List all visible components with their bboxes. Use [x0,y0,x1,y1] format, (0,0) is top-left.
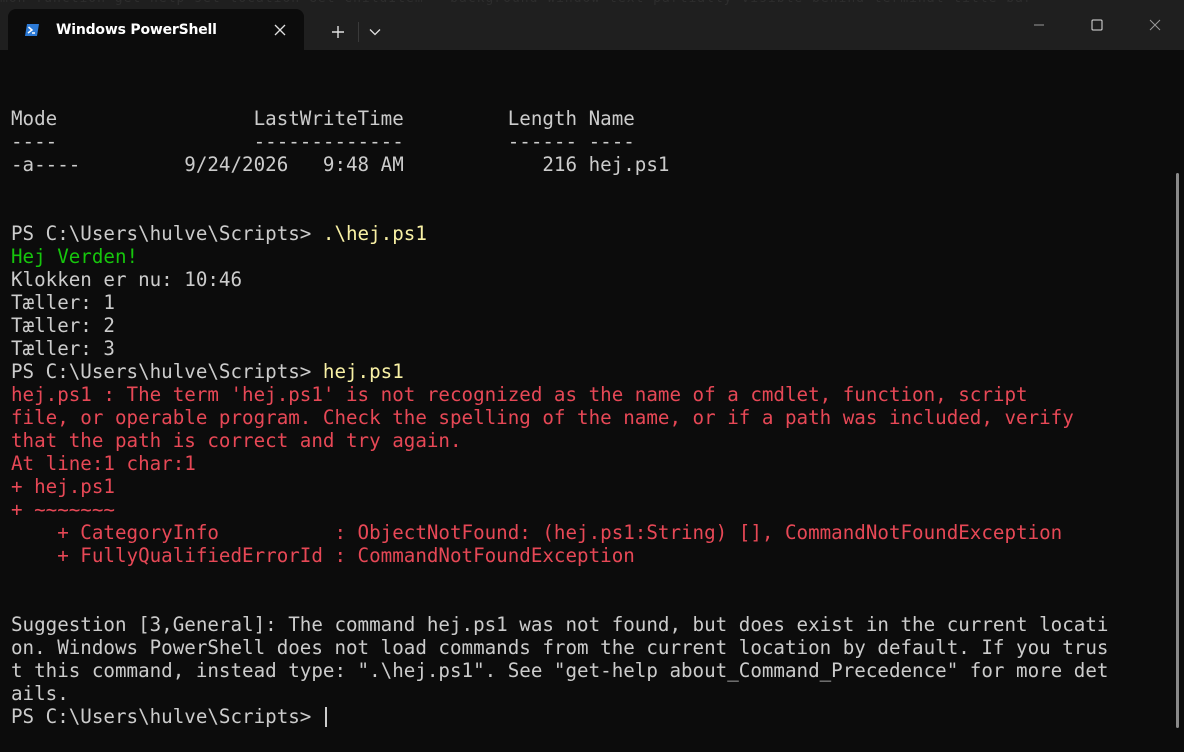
close-icon [274,24,286,35]
maximize-icon [1091,19,1103,31]
output-line: Tæller: 2 [11,314,115,337]
prompt: PS C:\Users\hulve\Scripts> [11,705,323,728]
close-window-button[interactable] [1126,0,1184,50]
terminal-output[interactable]: Mode LastWriteTime Length Name ---- ----… [0,50,1172,752]
minimize-icon [1034,24,1044,26]
error-line: file, or operable program. Check the spe… [11,406,1074,429]
suggestion-line: t this command, instead type: ".\hej.ps1… [11,659,1109,682]
listing-row: -a---- 9/24/2026 9:48 AM 216 hej.ps1 [11,153,670,176]
suggestion-line: on. Windows PowerShell does not load com… [11,636,1109,659]
output-line: Tæller: 3 [11,337,115,360]
scrollbar[interactable] [1172,50,1184,752]
listing-underline: ---- ------------- ------ ---- [11,130,635,153]
error-line: + FullyQualifiedErrorId : CommandNotFoun… [11,544,635,567]
maximize-button[interactable] [1068,0,1126,50]
error-line: that the path is correct and try again. [11,429,462,452]
suggestion-line: Suggestion [3,General]: The command hej.… [11,613,1109,636]
suggestion-line: ails. [11,682,69,705]
error-line: hej.ps1 : The term 'hej.ps1' is not reco… [11,383,1028,406]
close-icon [1149,19,1161,31]
profiles-dropdown-button[interactable] [360,16,390,48]
command-text: hej.ps1 [322,360,404,383]
command-text: .\hej.ps1 [322,222,427,245]
prompt: PS C:\Users\hulve\Scripts> [11,222,323,245]
error-line: + hej.ps1 [11,475,115,498]
chevron-down-icon [369,29,381,36]
tab-windows-powershell[interactable]: Windows PowerShell [8,9,304,50]
terminal-window: mon function get-help set-location Get-C… [0,0,1184,752]
output-line: Hej Verden! [11,245,139,268]
new-tab-button[interactable] [318,16,358,48]
input-prompt-line[interactable]: PS C:\Users\hulve\Scripts> [11,705,327,728]
plus-icon [332,26,344,38]
listing-header: Mode LastWriteTime Length Name [11,107,635,130]
prompt-line: PS C:\Users\hulve\Scripts> hej.ps1 [11,360,404,383]
scrollbar-thumb[interactable] [1176,173,1179,728]
text-cursor [324,707,327,727]
tab-separator [358,22,359,42]
powershell-icon [24,22,40,38]
prompt: PS C:\Users\hulve\Scripts> [11,360,323,383]
error-line: At line:1 char:1 [11,452,196,475]
prompt-line: PS C:\Users\hulve\Scripts> .\hej.ps1 [11,222,427,245]
minimize-button[interactable] [1010,0,1068,50]
title-bar[interactable]: mon function get-help set-location Get-C… [0,0,1184,50]
output-line: Tæller: 1 [11,291,115,314]
close-tab-button[interactable] [260,14,300,46]
error-line: + ~~~~~~~ [11,498,115,521]
output-line: Klokken er nu: 10:46 [11,268,243,291]
tab-title: Windows PowerShell [56,21,217,38]
error-line: + CategoryInfo : ObjectNotFound: (hej.ps… [11,521,1063,544]
